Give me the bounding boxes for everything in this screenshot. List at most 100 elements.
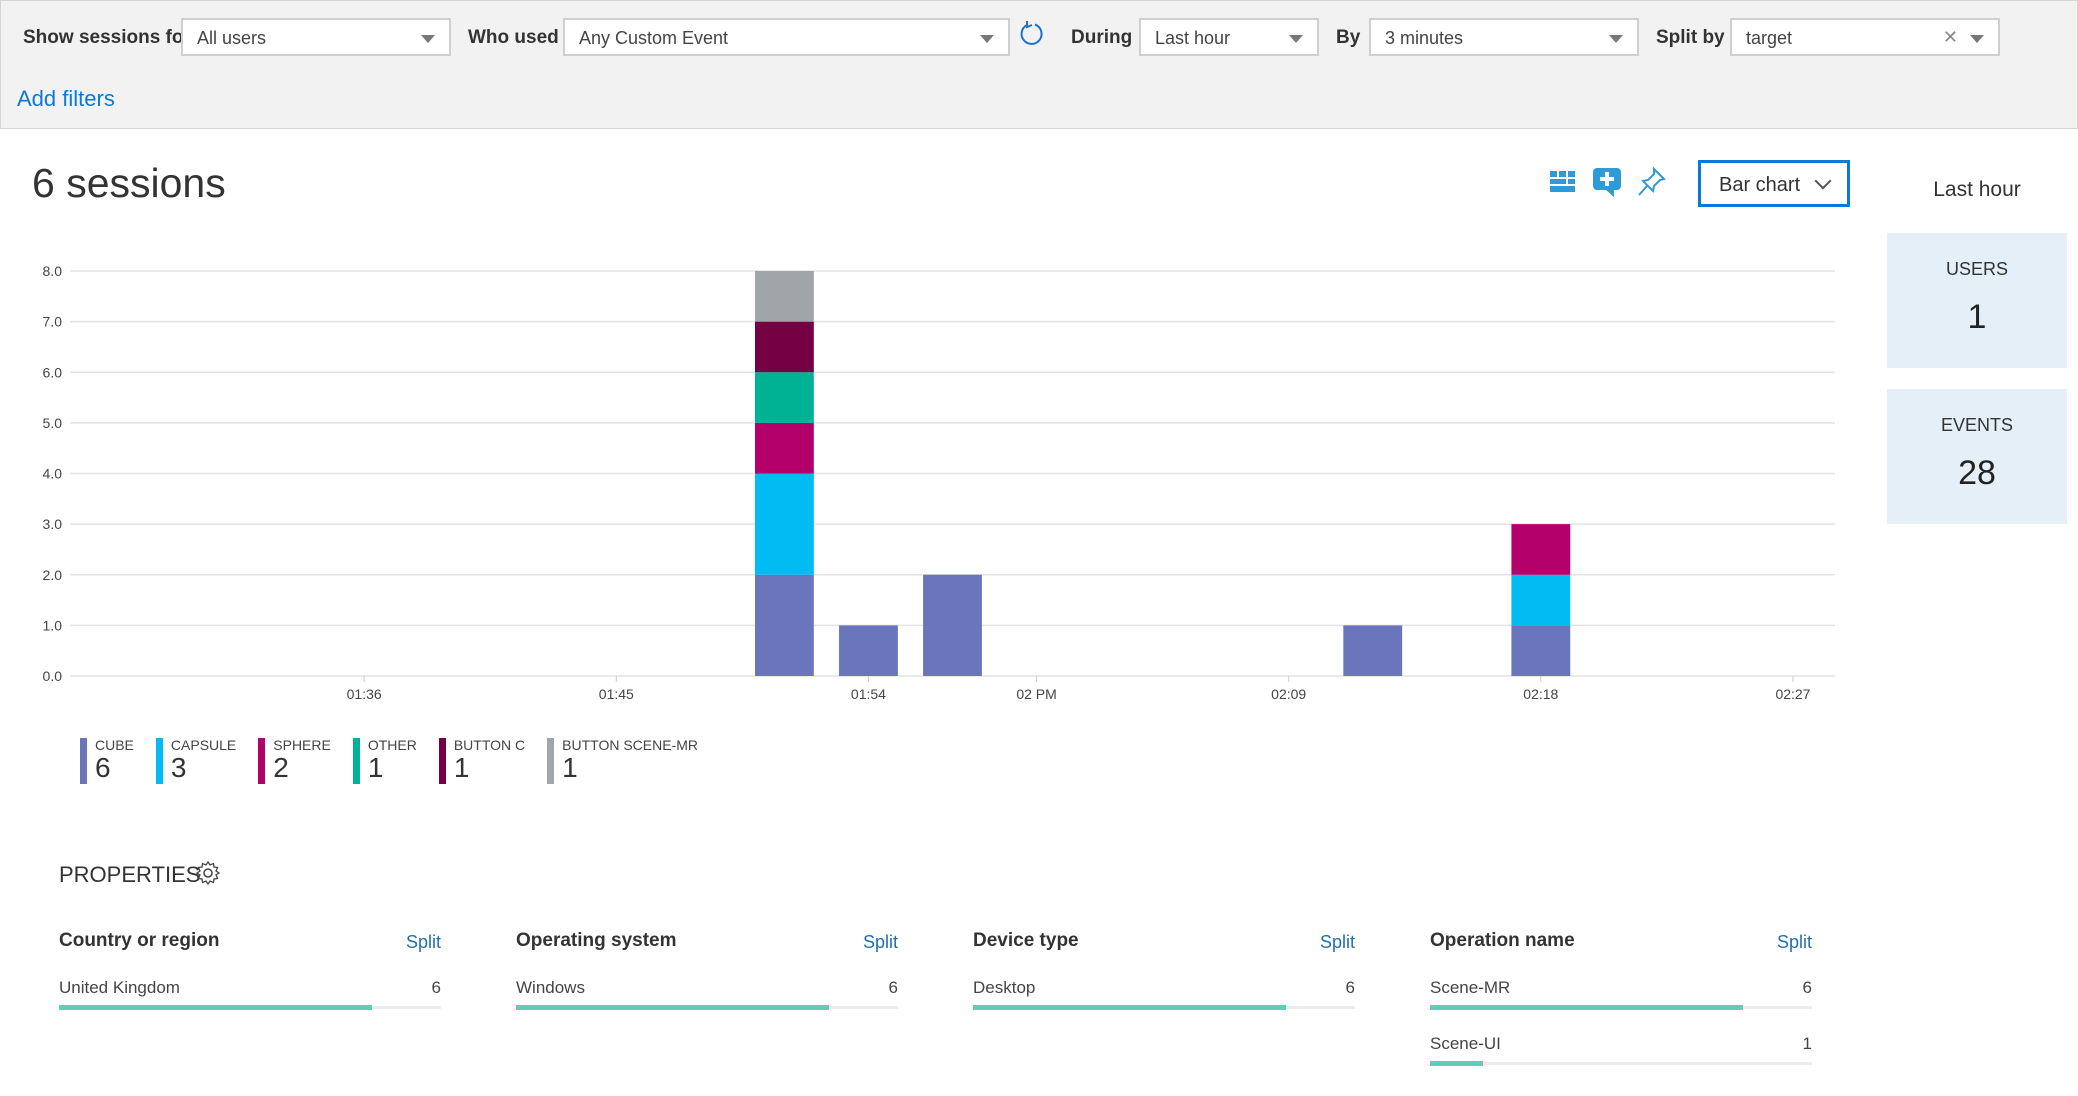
property-row[interactable]: United Kingdom 6	[59, 978, 441, 1010]
property-row[interactable]: Desktop 6	[973, 978, 1355, 1010]
split-link[interactable]: Split	[1320, 932, 1355, 953]
gear-icon[interactable]	[195, 860, 221, 886]
legend-count: 1	[562, 752, 578, 783]
legend-label: SPHERE	[273, 737, 331, 753]
bar-segment-cube	[1343, 625, 1403, 676]
legend-label: OTHER	[367, 737, 417, 753]
property-row[interactable]: Scene-UI 1	[1430, 1034, 1812, 1066]
events-tile: EVENTS 28	[1887, 389, 2067, 524]
property-value-label: Windows	[516, 978, 585, 997]
chevron-down-icon	[1289, 35, 1303, 43]
legend-item[interactable]: CUBE 6	[80, 738, 134, 784]
y-tick-label: 8.0	[43, 263, 63, 279]
property-name: Country or region	[59, 930, 220, 951]
y-tick-label: 5.0	[43, 415, 63, 431]
split-link[interactable]: Split	[1777, 932, 1812, 953]
legend-swatch	[80, 738, 87, 784]
split-link[interactable]: Split	[863, 932, 898, 953]
show-sessions-value: All users	[197, 28, 267, 48]
legend-label: BUTTON C	[453, 737, 526, 753]
who-used-label: Who used	[468, 27, 559, 48]
split-by-select[interactable]: target ✕	[1730, 18, 2000, 56]
property-name: Device type	[973, 930, 1079, 951]
add-filters-link[interactable]: Add filters	[17, 86, 115, 112]
page-title: 6 sessions	[32, 160, 226, 206]
by-select[interactable]: 3 minutes	[1369, 18, 1639, 56]
bar-segment-cube	[923, 574, 982, 676]
property-value-label: Scene-MR	[1430, 978, 1511, 997]
x-tick-label: 01:54	[851, 686, 886, 702]
property-bar-fill	[516, 1005, 830, 1010]
legend-item[interactable]: OTHER 1	[352, 737, 417, 784]
legend-label: BUTTON SCENE-MR	[562, 737, 699, 753]
property-bar-track	[1430, 1005, 1812, 1010]
property-count: 6	[1802, 978, 1812, 997]
users-label: USERS	[1945, 259, 2008, 279]
property-count: 1	[1802, 1034, 1812, 1053]
property-row[interactable]: Windows 6	[516, 978, 898, 1010]
filter-bar: Show sessions for All users Who used Any…	[0, 0, 2078, 129]
bar-segment-capsule	[754, 473, 814, 575]
property-row[interactable]: Scene-MR 6	[1430, 978, 1812, 1010]
by-label: By	[1336, 27, 1361, 48]
events-value: 28	[1958, 454, 1996, 492]
show-sessions-select[interactable]: All users	[181, 18, 451, 56]
property-name: Operating system	[516, 930, 677, 951]
x-tick-label: 02:27	[1775, 686, 1810, 702]
bar-segment-other	[754, 372, 814, 423]
bar-segment-sphere	[1511, 524, 1571, 575]
chart-type-dropdown[interactable]: Bar chart	[1698, 160, 1850, 207]
legend-count: 1	[453, 752, 470, 783]
property-bar-track	[516, 1005, 898, 1010]
property-bar-fill	[1430, 1005, 1744, 1010]
property-count: 6	[1345, 978, 1355, 997]
who-used-value: Any Custom Event	[579, 28, 729, 48]
property-card: Country or region Split United Kingdom 6	[59, 930, 441, 1010]
legend-count: 1	[367, 752, 384, 783]
x-tick-label: 02 PM	[1016, 686, 1056, 702]
add-comment-icon[interactable]	[1592, 165, 1622, 199]
legend-item[interactable]: BUTTON SCENE-MR 1	[547, 738, 698, 784]
x-tick-label: 01:45	[599, 686, 634, 702]
property-card: Device type Split Desktop 6	[973, 930, 1355, 1010]
y-tick-label: 3.0	[43, 516, 63, 532]
legend-item[interactable]: CAPSULE 3	[155, 738, 236, 784]
pin-icon[interactable]	[1637, 165, 1667, 199]
split-by-label: Split by	[1656, 27, 1725, 48]
chart-legend: CUBE 6 CAPSULE 3 SPHERE 2 OTHER 1 BUTTON C 1 BUTTO…	[80, 738, 720, 784]
time-range-label: Last hour	[1933, 178, 2021, 201]
y-tick-label: 6.0	[43, 364, 63, 380]
y-tick-label: 0.0	[43, 668, 63, 684]
legend-item[interactable]: BUTTON C1	[438, 737, 526, 784]
x-tick-label: 01:36	[347, 686, 382, 702]
bar-segment-capsule	[1511, 574, 1571, 626]
refresh-icon[interactable]	[1019, 21, 1045, 47]
legend-swatch	[547, 738, 555, 784]
bar-segment-sphere	[754, 422, 814, 474]
bar-segment-cube	[1511, 625, 1571, 676]
property-bar-track	[973, 1005, 1355, 1010]
property-bar-fill	[973, 1005, 1287, 1010]
property-name: Operation name	[1430, 930, 1575, 951]
bar-segment-button-c	[754, 321, 814, 373]
clear-icon[interactable]: ✕	[1943, 27, 1958, 48]
legend-item[interactable]: SPHERE 2	[258, 738, 331, 784]
who-used-select[interactable]: Any Custom Event	[563, 18, 1010, 56]
legend-count: 3	[170, 752, 187, 783]
split-link[interactable]: Split	[406, 932, 441, 953]
property-value-label: Scene-UI	[1430, 1034, 1501, 1053]
property-count: 6	[888, 978, 898, 997]
property-count: 6	[431, 978, 441, 997]
during-select[interactable]: Last hour	[1139, 18, 1319, 56]
y-tick-label: 7.0	[43, 314, 63, 330]
grid-icon[interactable]	[1548, 165, 1578, 199]
properties-heading: PROPERTIES	[59, 862, 201, 887]
legend-count: 2	[273, 752, 289, 783]
users-tile: USERS 1	[1887, 233, 2067, 368]
y-tick-label: 1.0	[43, 617, 63, 633]
split-by-value: target	[1746, 28, 1793, 48]
legend-swatch	[258, 738, 266, 784]
property-bar-track	[1430, 1061, 1812, 1066]
sessions-bar-chart: 0.0 1.0 2.0 3.0 4.0 5.0 6.0 7.0 8.0 01:36 01:45 01:…	[43, 263, 1835, 702]
property-bar-fill	[1430, 1061, 1484, 1066]
